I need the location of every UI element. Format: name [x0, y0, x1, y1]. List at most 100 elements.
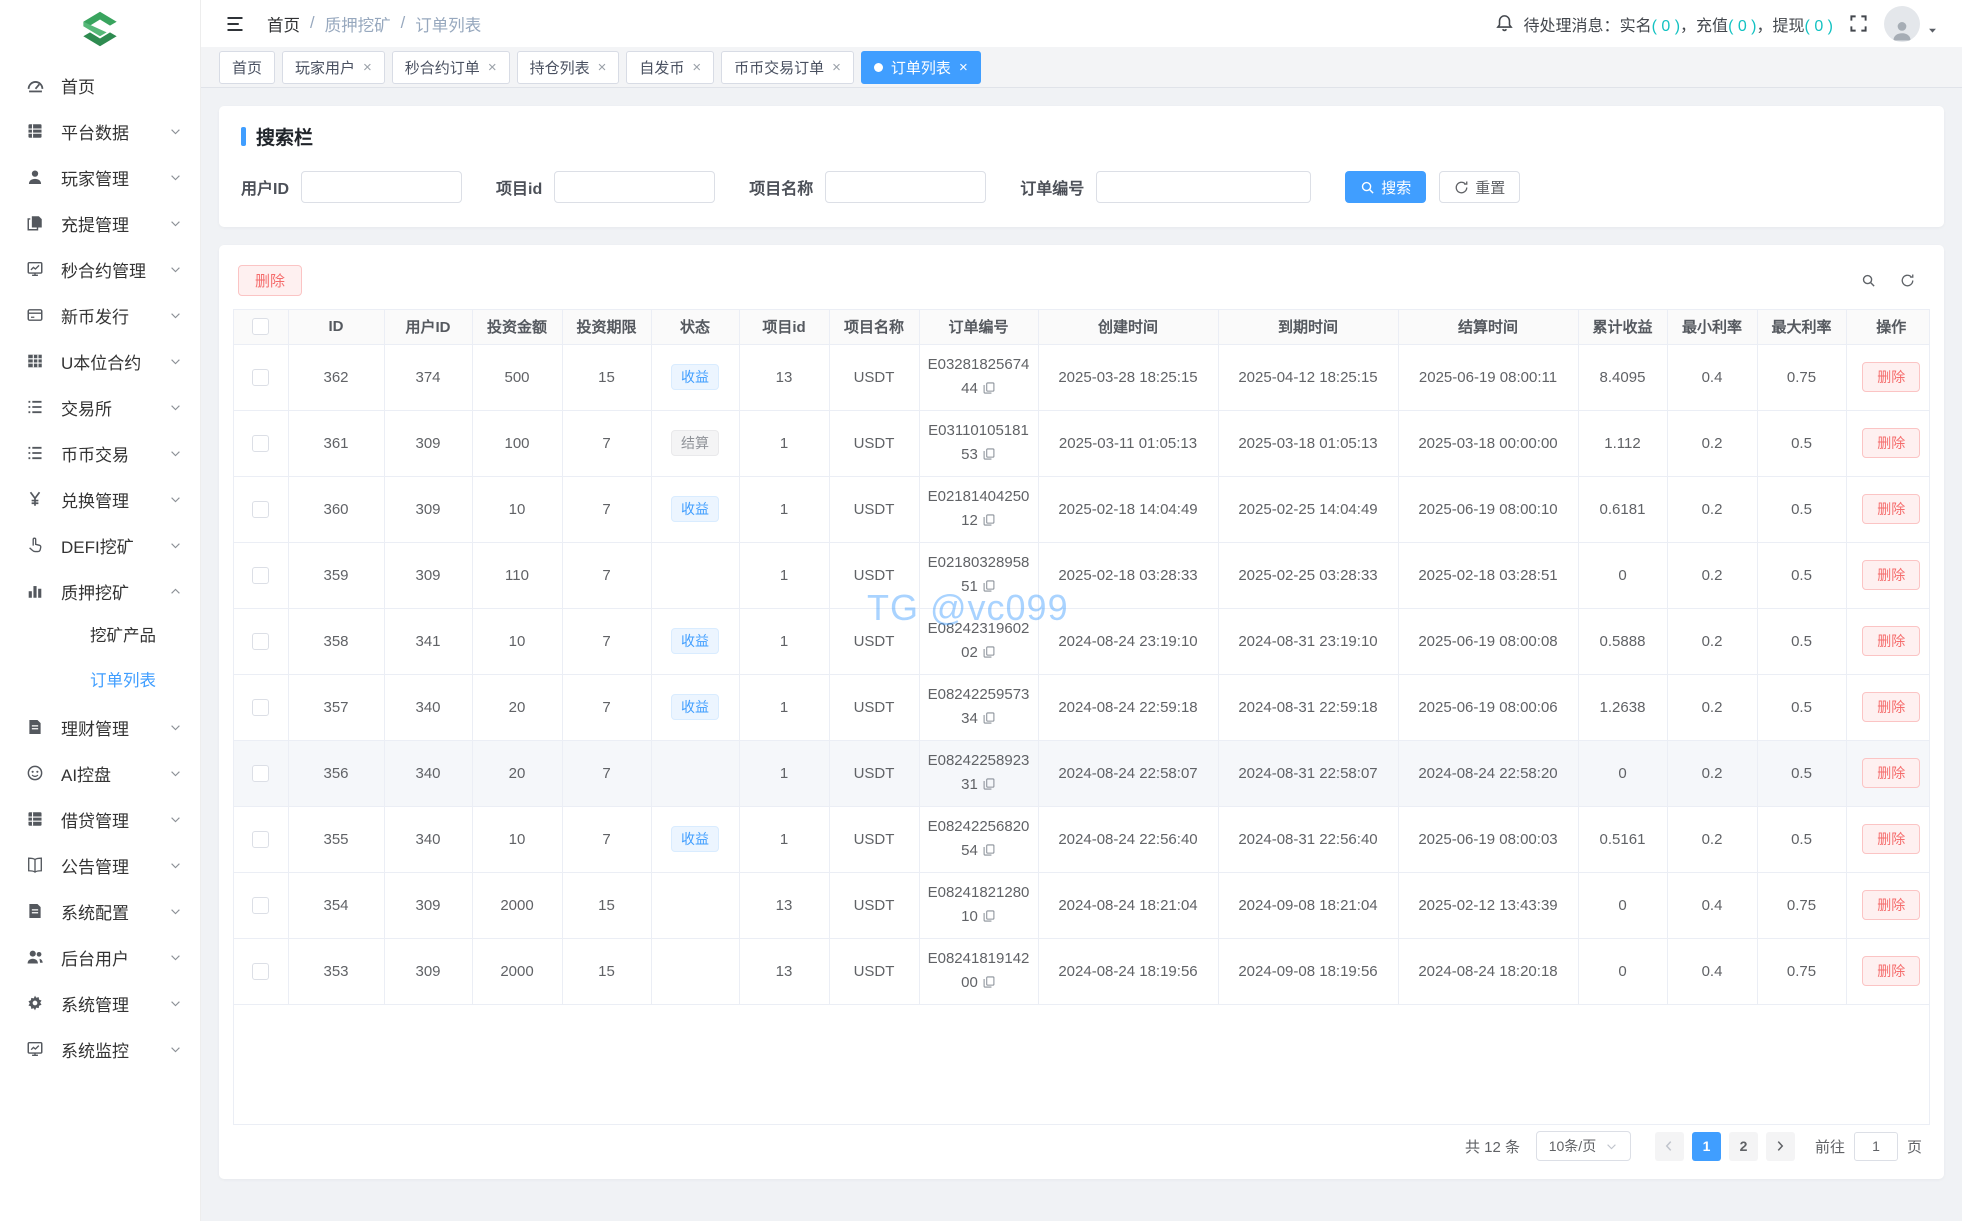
- tab-home[interactable]: 首页: [219, 51, 275, 84]
- table-search-icon[interactable]: [1861, 273, 1876, 288]
- tab-positions[interactable]: 持仓列表×: [517, 51, 620, 84]
- row-checkbox[interactable]: [252, 765, 269, 782]
- message-2[interactable]: 提现( 0 ): [1773, 18, 1833, 35]
- breadcrumb-item[interactable]: 首页: [267, 12, 300, 36]
- sidebar-item-wealth-management[interactable]: 理财管理: [0, 704, 200, 750]
- bell-icon[interactable]: [1495, 14, 1514, 33]
- user-menu-caret-icon[interactable]: [1927, 25, 1938, 36]
- copy-icon[interactable]: [982, 843, 996, 857]
- sidebar-item-system-management[interactable]: 系统管理: [0, 980, 200, 1026]
- sidebar-item-deposit-withdraw[interactable]: 充提管理: [0, 200, 200, 246]
- sidebar-item-system-monitor[interactable]: 系统监控: [0, 1026, 200, 1072]
- row-delete-button[interactable]: 删除: [1862, 560, 1920, 590]
- copy-icon[interactable]: [982, 579, 996, 593]
- sidebar-item-new-coin-issue[interactable]: 新币发行: [0, 292, 200, 338]
- copy-icon[interactable]: [982, 975, 996, 989]
- sidebar-item-coin-trade[interactable]: 币币交易: [0, 430, 200, 476]
- tab-player-user[interactable]: 玩家用户×: [282, 51, 385, 84]
- sidebar-subitem-order-list[interactable]: 订单列表: [0, 659, 200, 704]
- row-checkbox[interactable]: [252, 699, 269, 716]
- copy-icon[interactable]: [982, 513, 996, 527]
- sidebar-item-announcement[interactable]: 公告管理: [0, 842, 200, 888]
- tab-close-icon[interactable]: ×: [692, 60, 701, 75]
- sidebar-subitem-mining-products[interactable]: 挖矿产品: [0, 614, 200, 659]
- row-checkbox[interactable]: [252, 435, 269, 452]
- sidebar-item-seconds-contract[interactable]: 秒合约管理: [0, 246, 200, 292]
- row-delete-button[interactable]: 删除: [1862, 890, 1920, 920]
- breadcrumb-item[interactable]: 质押挖矿: [325, 12, 391, 36]
- fullscreen-icon[interactable]: [1849, 14, 1868, 33]
- sidebar-item-label: U本位合约: [61, 349, 141, 374]
- row-checkbox[interactable]: [252, 567, 269, 584]
- sidebar-item-home[interactable]: 首页: [0, 62, 200, 108]
- page-button-1[interactable]: 1: [1692, 1132, 1721, 1161]
- row-checkbox[interactable]: [252, 963, 269, 980]
- reset-button[interactable]: 重置: [1439, 171, 1520, 203]
- row-checkbox[interactable]: [252, 831, 269, 848]
- row-delete-button[interactable]: 删除: [1862, 824, 1920, 854]
- row-checkbox[interactable]: [252, 633, 269, 650]
- row-checkbox[interactable]: [252, 897, 269, 914]
- sidebar-item-staking-mining[interactable]: 质押挖矿: [0, 568, 200, 614]
- row-delete-button[interactable]: 删除: [1862, 956, 1920, 986]
- sidebar-item-admin-users[interactable]: 后台用户: [0, 934, 200, 980]
- message-1[interactable]: 充值( 0 ): [1696, 18, 1756, 35]
- sidebar-item-lending-management[interactable]: 借贷管理: [0, 796, 200, 842]
- sidebar-item-platform-data[interactable]: 平台数据: [0, 108, 200, 154]
- tab-coin-trade-orders[interactable]: 币币交易订单×: [721, 51, 854, 84]
- sidebar-item-swap-management[interactable]: 兑换管理: [0, 476, 200, 522]
- cell-min_rate: 0.2: [1667, 740, 1757, 806]
- sidebar-item-player-management[interactable]: 玩家管理: [0, 154, 200, 200]
- row-delete-button[interactable]: 删除: [1862, 758, 1920, 788]
- row-delete-button[interactable]: 删除: [1862, 692, 1920, 722]
- sidebar-item-exchange[interactable]: 交易所: [0, 384, 200, 430]
- row-delete-button[interactable]: 删除: [1862, 494, 1920, 524]
- tab-close-icon[interactable]: ×: [832, 60, 841, 75]
- copy-icon[interactable]: [982, 381, 996, 395]
- cell-settled_at: 2025-06-19 08:00:06: [1398, 674, 1578, 740]
- row-delete-button[interactable]: 删除: [1862, 428, 1920, 458]
- bulk-delete-button[interactable]: 删除: [238, 265, 302, 296]
- cell-expire_at: 2024-08-31 22:58:07: [1218, 740, 1398, 806]
- tab-close-icon[interactable]: ×: [363, 60, 372, 75]
- search-button[interactable]: 搜索: [1345, 171, 1426, 203]
- goto-page-input[interactable]: [1854, 1132, 1898, 1161]
- user-icon: [26, 168, 46, 186]
- page-button-2[interactable]: 2: [1729, 1132, 1758, 1161]
- copy-icon[interactable]: [982, 711, 996, 725]
- tab-self-coin[interactable]: 自发币×: [626, 51, 714, 84]
- row-delete-button[interactable]: 删除: [1862, 626, 1920, 656]
- user-id-input[interactable]: [301, 171, 462, 203]
- tags-view-bar: 首页玩家用户×秒合约订单×持仓列表×自发币×币币交易订单×订单列表×: [201, 47, 1962, 88]
- prev-page-button[interactable]: [1655, 1132, 1684, 1161]
- select-all-checkbox[interactable]: [252, 318, 269, 335]
- cell-status: 结算: [651, 410, 739, 476]
- project-name-input[interactable]: [825, 171, 986, 203]
- sidebar-item-u-margin-contract[interactable]: U本位合约: [0, 338, 200, 384]
- tab-seconds-orders[interactable]: 秒合约订单×: [392, 51, 510, 84]
- row-checkbox[interactable]: [252, 369, 269, 386]
- copy-icon[interactable]: [982, 645, 996, 659]
- copy-icon[interactable]: [982, 777, 996, 791]
- tab-close-icon[interactable]: ×: [598, 60, 607, 75]
- column-header-project_name: 项目名称: [829, 310, 919, 344]
- order-no-input[interactable]: [1096, 171, 1311, 203]
- sidebar-item-ai-control[interactable]: AI控盘: [0, 750, 200, 796]
- copy-icon[interactable]: [982, 909, 996, 923]
- hamburger-icon[interactable]: [225, 14, 245, 34]
- avatar[interactable]: [1884, 6, 1920, 42]
- sidebar-item-system-config[interactable]: 系统配置: [0, 888, 200, 934]
- tab-close-icon[interactable]: ×: [488, 60, 497, 75]
- next-page-button[interactable]: [1766, 1132, 1795, 1161]
- tab-order-list[interactable]: 订单列表×: [861, 51, 981, 84]
- table-refresh-icon[interactable]: [1900, 273, 1915, 288]
- row-checkbox[interactable]: [252, 501, 269, 518]
- page-size-select[interactable]: 10条/页: [1536, 1131, 1631, 1161]
- cell-amount: 10: [472, 476, 562, 542]
- project-id-input[interactable]: [554, 171, 715, 203]
- sidebar-item-defi-mining[interactable]: DEFI挖矿: [0, 522, 200, 568]
- tab-close-icon[interactable]: ×: [959, 60, 968, 75]
- row-delete-button[interactable]: 删除: [1862, 362, 1920, 392]
- message-0[interactable]: 实名( 0 ): [1620, 18, 1680, 35]
- copy-icon[interactable]: [982, 447, 996, 461]
